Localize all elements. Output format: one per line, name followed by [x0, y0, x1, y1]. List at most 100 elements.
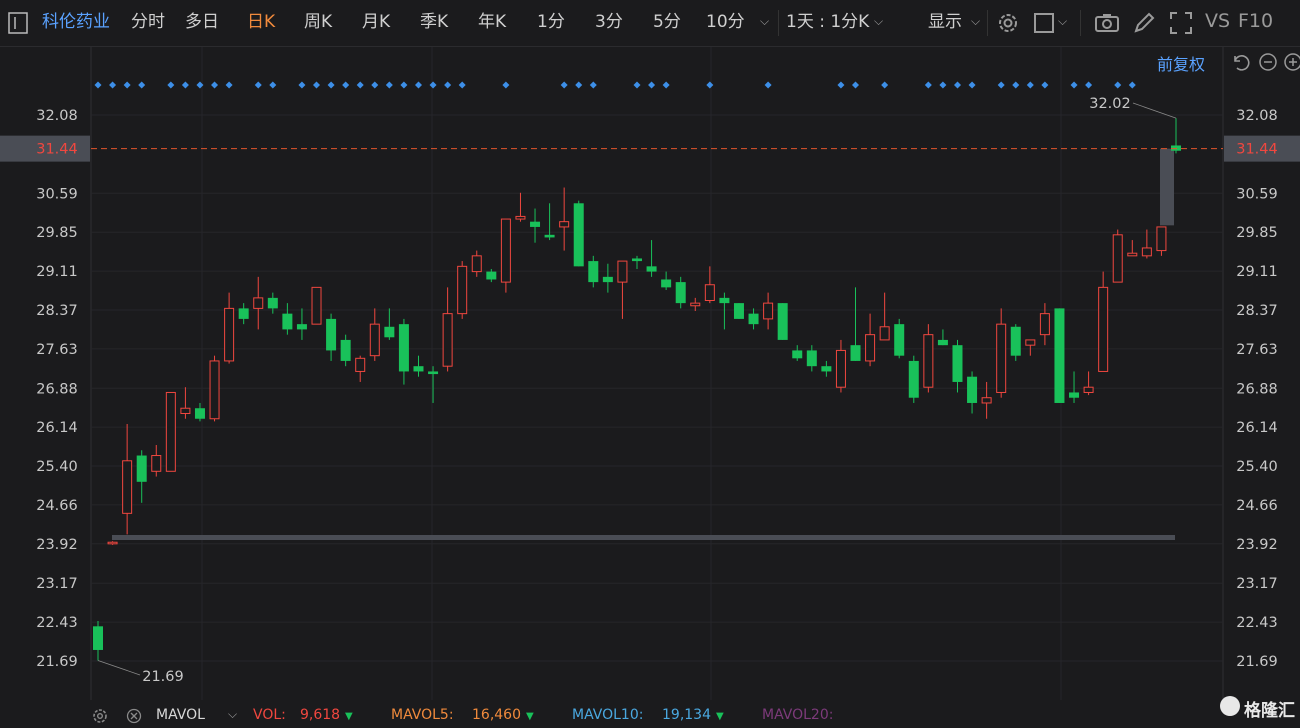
tab-1min[interactable]: 1分	[537, 11, 565, 33]
pencil-icon[interactable]	[1131, 9, 1157, 37]
candle	[1054, 308, 1065, 403]
candle-body	[763, 302, 774, 320]
vs-button[interactable]: VS	[1205, 10, 1230, 32]
candle	[1141, 229, 1152, 259]
event-marker	[560, 81, 568, 89]
gear-icon[interactable]	[995, 9, 1021, 37]
candle-body	[952, 345, 963, 382]
candle-body	[471, 255, 482, 273]
event-marker	[968, 81, 976, 89]
candle	[93, 621, 103, 661]
tab-3min[interactable]: 3分	[595, 11, 623, 33]
event-marker	[633, 81, 641, 89]
candle-body	[296, 324, 307, 330]
tab-daily-k[interactable]: 日K	[247, 11, 275, 33]
price-tick-label: 26.88	[1236, 381, 1278, 397]
candle	[1127, 240, 1138, 257]
chevron-down-icon[interactable]: ⌵	[228, 707, 237, 722]
event-marker	[254, 81, 262, 89]
display-menu[interactable]: 显示	[928, 11, 962, 33]
event-marker	[385, 81, 393, 89]
toolbar-divider	[987, 10, 988, 36]
candle-body	[253, 297, 264, 309]
candle-body	[675, 282, 686, 304]
event-marker	[1085, 81, 1093, 89]
tab-intraday[interactable]: 分时	[131, 11, 165, 33]
candle-body	[733, 303, 744, 319]
tab-5min[interactable]: 5分	[653, 11, 681, 33]
candle	[413, 355, 424, 377]
candle-body	[792, 350, 803, 359]
stock-name[interactable]: 科伦药业	[42, 11, 110, 33]
event-marker	[313, 81, 321, 89]
f10-button[interactable]: F10	[1238, 10, 1273, 32]
adjust-mode-button[interactable]: 前复权	[1157, 51, 1205, 75]
candle	[937, 329, 948, 346]
chevron-down-icon[interactable]: ⌵	[874, 14, 883, 29]
indicator-name[interactable]: MAVOL	[156, 707, 205, 723]
mavol10-label: MAVOL10:	[572, 707, 644, 723]
event-marker	[997, 81, 1005, 89]
event-marker	[837, 81, 845, 89]
candle	[296, 308, 307, 340]
candle	[646, 240, 657, 277]
event-markers	[94, 81, 1136, 89]
tab-monthly-k[interactable]: 月K	[362, 11, 390, 33]
chevron-down-icon[interactable]: ⌵	[971, 14, 980, 29]
chevron-down-icon[interactable]: ⌵	[1058, 14, 1067, 29]
candle	[1156, 226, 1167, 256]
candle-body	[865, 334, 876, 362]
candle-body	[267, 297, 278, 309]
candle-body	[398, 324, 409, 372]
candle	[530, 208, 541, 243]
candle-body	[1141, 247, 1152, 257]
kline-chart[interactable]: 32.08 30.59 29.85 29.11 28.37 27.63 26.88 26.14…	[0, 47, 1300, 700]
camera-icon[interactable]	[1094, 9, 1120, 37]
event-marker	[400, 81, 408, 89]
candle-body	[1098, 286, 1109, 372]
tab-weekly-k[interactable]: 周K	[304, 11, 332, 33]
current-price-label: 31.44	[1236, 142, 1278, 158]
zoom-in-icon[interactable]	[1283, 52, 1300, 72]
candle-body	[573, 203, 584, 267]
sidebar-toggle-icon[interactable]	[8, 12, 28, 34]
period-selector[interactable]: 1天 : 1分K	[786, 11, 869, 33]
event-marker	[94, 81, 102, 89]
event-marker	[109, 81, 117, 89]
mavol5-label: MAVOL5:	[391, 707, 454, 723]
event-marker	[648, 81, 656, 89]
candle	[136, 450, 147, 503]
event-marker	[342, 81, 350, 89]
event-marker	[211, 81, 219, 89]
tab-quarterly-k[interactable]: 季K	[420, 11, 448, 33]
price-tick-label: 29.11	[36, 264, 78, 280]
undo-icon[interactable]	[1230, 52, 1250, 72]
candle-body	[1039, 313, 1050, 336]
fullscreen-icon[interactable]	[1168, 9, 1194, 37]
zoom-out-icon[interactable]	[1258, 52, 1278, 72]
price-tick-label: 24.66	[1236, 498, 1278, 514]
candle	[733, 303, 744, 319]
candle	[369, 308, 380, 361]
candle-body	[1025, 339, 1036, 346]
candle	[442, 287, 453, 372]
candle-body	[413, 366, 424, 372]
candle	[238, 303, 249, 325]
event-marker	[444, 81, 452, 89]
tab-yearly-k[interactable]: 年K	[478, 11, 506, 33]
event-marker	[939, 81, 947, 89]
tab-multi-day[interactable]: 多日	[185, 11, 219, 33]
price-tick-label: 23.17	[36, 576, 78, 592]
candle	[661, 271, 672, 290]
chevron-down-icon[interactable]: ⌵	[760, 14, 769, 29]
tab-10min[interactable]: 10分	[706, 11, 745, 33]
candle-body	[238, 308, 249, 319]
layout-square-icon[interactable]	[1033, 9, 1059, 37]
candle	[632, 255, 642, 269]
candle-body	[981, 397, 992, 404]
candle	[107, 541, 118, 545]
candle-body	[748, 313, 759, 325]
event-marker	[1070, 81, 1078, 89]
candle-body	[821, 366, 832, 372]
candle-body	[311, 286, 322, 325]
